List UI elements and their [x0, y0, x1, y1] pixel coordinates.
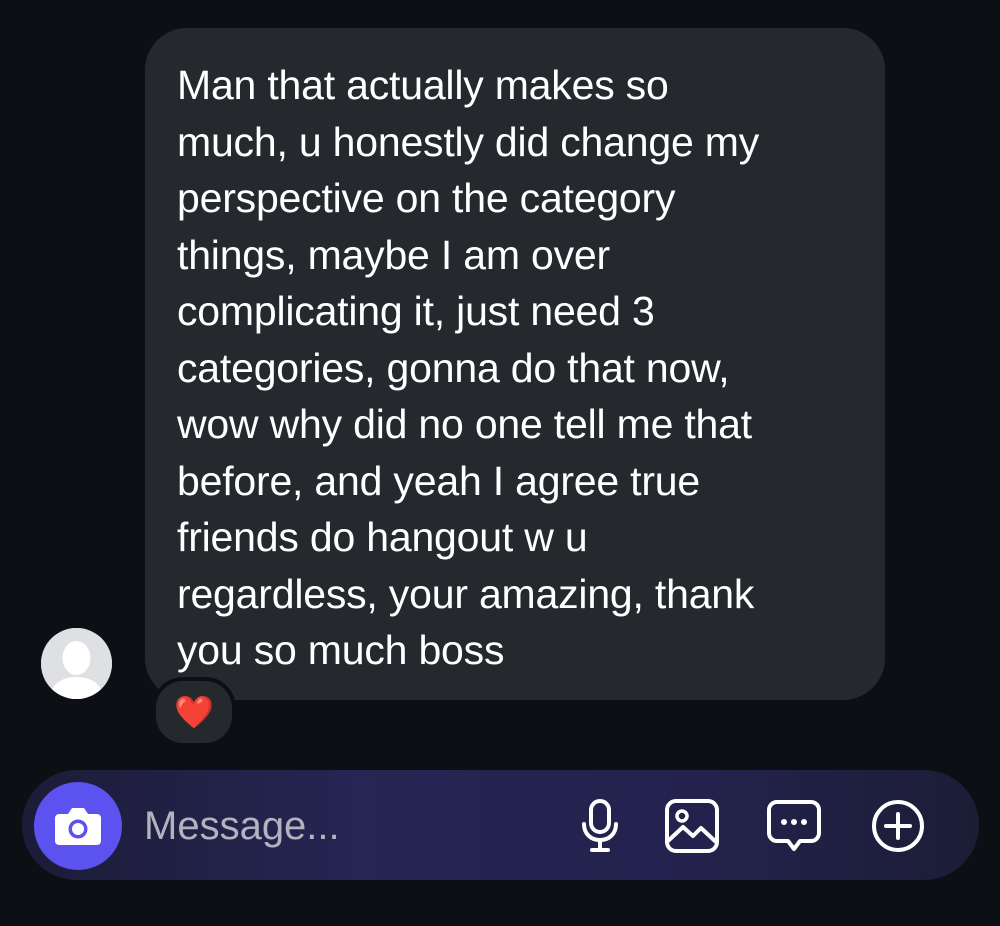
add-content-button[interactable]: [868, 796, 928, 856]
gallery-button[interactable]: [662, 796, 722, 856]
camera-button[interactable]: [34, 782, 122, 870]
message-text: Man that actually makes so much, u hones…: [177, 62, 759, 673]
gallery-icon: [665, 799, 719, 853]
chat-bubble-icon: [767, 800, 821, 851]
reaction-badge[interactable]: ❤️: [152, 677, 236, 747]
voice-message-button[interactable]: [570, 796, 630, 856]
heart-reaction-icon: ❤️: [174, 694, 214, 730]
default-avatar-icon: [41, 628, 112, 699]
sticker-button[interactable]: [764, 796, 824, 856]
message-bubble[interactable]: Man that actually makes so much, u hones…: [145, 28, 885, 700]
message-composer: [22, 770, 979, 880]
microphone-icon: [582, 799, 618, 852]
camera-icon: [55, 808, 101, 845]
plus-circle-icon: [872, 800, 924, 852]
message-input[interactable]: [144, 800, 524, 852]
sender-avatar[interactable]: [41, 628, 112, 699]
